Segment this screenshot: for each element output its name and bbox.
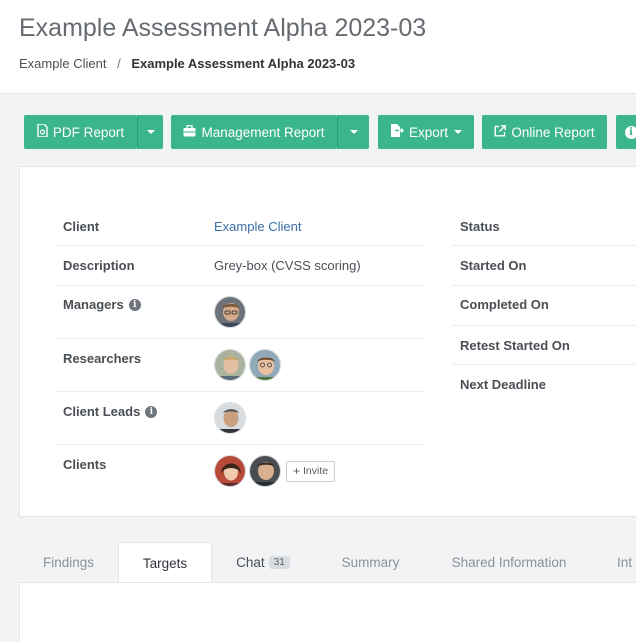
retest-started-on-label: Retest Started On xyxy=(460,338,570,353)
clients-label: Clients xyxy=(63,457,106,472)
description-label: Description xyxy=(63,258,135,273)
details-row-researchers: Researchers xyxy=(55,339,423,392)
online-report-label: Online Report xyxy=(511,125,594,140)
management-report-label: Management Report xyxy=(201,125,324,140)
pdf-file-icon xyxy=(37,124,48,140)
external-link-icon xyxy=(494,125,506,140)
status-row-next-deadline: Next Deadline xyxy=(452,365,636,404)
page-title: Example Assessment Alpha 2023-03 xyxy=(19,14,426,43)
avatar[interactable] xyxy=(249,349,281,381)
pdf-report-dropdown-toggle[interactable] xyxy=(137,115,163,149)
next-deadline-label: Next Deadline xyxy=(460,377,546,392)
invite-button[interactable]: + Invite xyxy=(286,461,335,482)
client-label: Client xyxy=(63,219,99,234)
avatar[interactable] xyxy=(214,402,246,434)
chevron-down-icon xyxy=(350,130,358,134)
tab-chat[interactable]: Chat 31 xyxy=(218,542,308,583)
pdf-report-label: PDF Report xyxy=(53,125,124,140)
avatar[interactable] xyxy=(214,455,246,487)
researchers-label: Researchers xyxy=(63,351,141,366)
avatar[interactable] xyxy=(214,296,246,328)
details-table: Client Example Client Description Grey-b… xyxy=(55,207,423,498)
breadcrumb-current: Example Assessment Alpha 2023-03 xyxy=(131,56,355,71)
export-button[interactable]: Export xyxy=(378,115,474,149)
clients-avatars: + Invite xyxy=(214,455,335,487)
pdf-report-button[interactable]: PDF Report xyxy=(24,115,137,149)
status-table: Status Started On Completed On Retest St… xyxy=(452,207,636,404)
avatar[interactable] xyxy=(249,455,281,487)
managers-label: Managers xyxy=(63,297,124,312)
tab-shared-information[interactable]: Shared Information xyxy=(430,542,588,583)
assessment-details-panel: Client Example Client Description Grey-b… xyxy=(19,166,636,517)
avatar[interactable] xyxy=(214,349,246,381)
client-leads-label-wrap: Client Leads i xyxy=(63,404,157,419)
online-report-button[interactable]: Online Report xyxy=(482,115,607,149)
status-row-retest-started-on: Retest Started On xyxy=(452,326,636,365)
details-row-description: Description Grey-box (CVSS scoring) xyxy=(55,246,423,286)
details-row-client: Client Example Client xyxy=(55,207,423,246)
status-label: Status xyxy=(460,219,500,234)
chevron-down-icon xyxy=(454,130,462,134)
breadcrumb-client-link[interactable]: Example Client xyxy=(19,56,106,71)
description-value: Grey-box (CVSS scoring) xyxy=(214,258,361,273)
briefcase-icon xyxy=(183,125,196,140)
assessment-tabs: Findings Targets Chat 31 Summary Shared … xyxy=(19,542,636,582)
status-row-completed-on: Completed On xyxy=(452,286,636,326)
chat-count-badge: 31 xyxy=(269,556,290,569)
researchers-avatars xyxy=(214,349,284,381)
details-row-clients: Clients + Invite xyxy=(55,445,423,498)
chevron-down-icon xyxy=(147,130,155,134)
managers-avatars xyxy=(214,296,249,328)
breadcrumb-separator: / xyxy=(117,56,121,71)
details-row-client-leads: Client Leads i xyxy=(55,392,423,445)
invite-label: Invite xyxy=(303,465,328,477)
management-report-button[interactable]: Management Report xyxy=(171,115,337,149)
info-icon[interactable]: i xyxy=(145,406,157,418)
tab-content-panel xyxy=(19,582,636,642)
completed-on-label: Completed On xyxy=(460,297,549,312)
client-link[interactable]: Example Client xyxy=(214,219,301,234)
info-circle-icon: i xyxy=(625,126,636,139)
tab-summary[interactable]: Summary xyxy=(323,542,418,583)
management-report-dropdown-toggle[interactable] xyxy=(337,115,369,149)
export-label: Export xyxy=(409,125,448,140)
plus-icon: + xyxy=(293,464,300,478)
page-header: Example Assessment Alpha 2023-03 Example… xyxy=(0,0,636,94)
tab-findings[interactable]: Findings xyxy=(19,542,118,583)
tab-targets[interactable]: Targets xyxy=(118,542,212,583)
details-row-managers: Managers i xyxy=(55,286,423,339)
managers-label-wrap: Managers i xyxy=(63,297,141,312)
client-leads-label: Client Leads xyxy=(63,404,140,419)
status-row-status: Status xyxy=(452,207,636,246)
breadcrumb: Example Client / Example Assessment Alph… xyxy=(19,56,355,71)
info-icon[interactable]: i xyxy=(129,299,141,311)
client-leads-avatars xyxy=(214,402,249,434)
tab-next-partial[interactable]: Int xyxy=(602,542,636,583)
info-button[interactable]: i xyxy=(616,115,636,149)
tab-chat-label: Chat xyxy=(236,555,265,570)
file-export-icon xyxy=(390,124,404,140)
status-row-started-on: Started On xyxy=(452,246,636,286)
started-on-label: Started On xyxy=(460,258,526,273)
